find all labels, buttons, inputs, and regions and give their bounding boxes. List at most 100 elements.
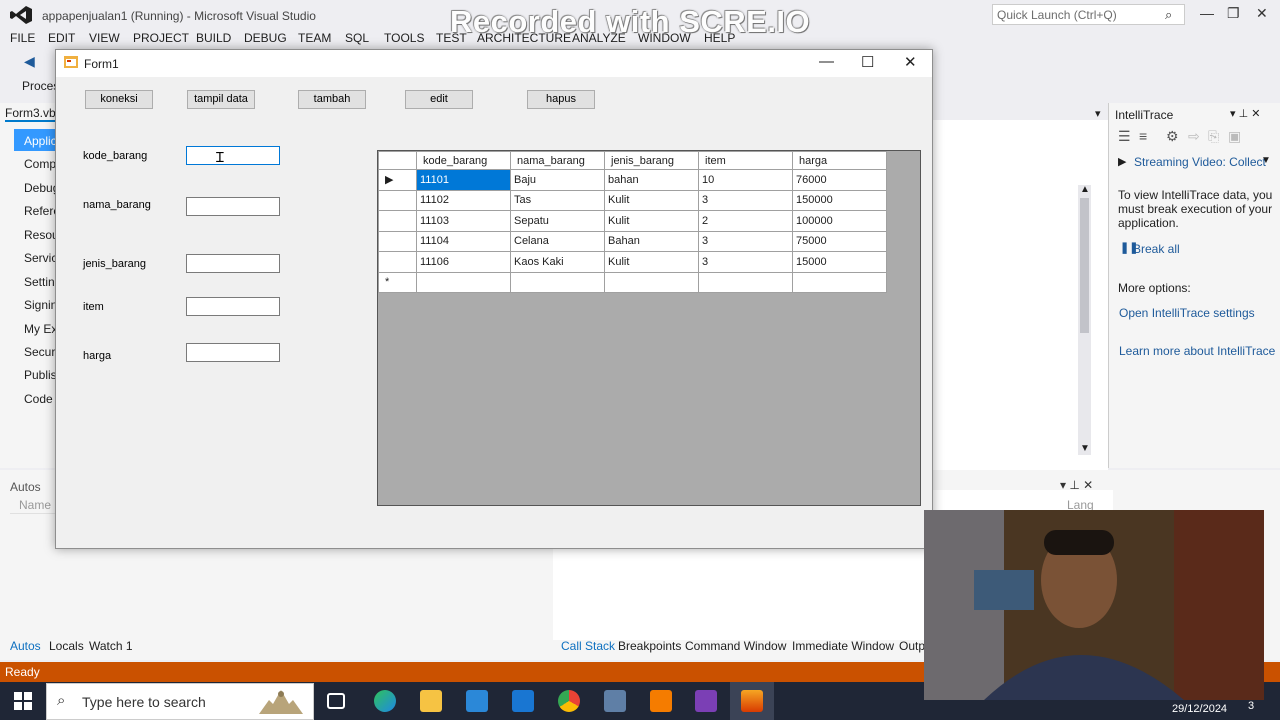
save-icon[interactable]: ▣ bbox=[1228, 128, 1241, 145]
network-app-icon[interactable] bbox=[604, 690, 626, 712]
form-minimize-icon[interactable]: — bbox=[819, 53, 834, 70]
tab-command-window[interactable]: Command Window bbox=[685, 639, 786, 653]
table-cell[interactable]: 75000 bbox=[792, 230, 887, 252]
table-cell[interactable]: Celana bbox=[510, 230, 605, 252]
table-cell[interactable]: 11102 bbox=[416, 189, 511, 211]
table-cell[interactable]: 3 bbox=[698, 230, 793, 252]
menu-test[interactable]: TEST bbox=[436, 31, 467, 45]
table-cell[interactable]: 10 bbox=[698, 169, 793, 191]
menu-edit[interactable]: EDIT bbox=[48, 31, 75, 45]
tampil-data-button[interactable]: tampil data bbox=[187, 90, 255, 109]
tab-call-stack[interactable]: Call Stack bbox=[561, 639, 615, 653]
new-row[interactable]: * bbox=[378, 271, 887, 293]
settings-gear-icon[interactable]: ⚙ bbox=[1166, 128, 1179, 145]
table-cell[interactable]: Sepatu bbox=[510, 210, 605, 232]
table-cell[interactable]: 100000 bbox=[792, 210, 887, 232]
property-tab-application[interactable]: Applic bbox=[24, 134, 57, 148]
column-header[interactable]: jenis_barang bbox=[604, 151, 699, 170]
table-row[interactable]: ▶ 11101 Baju bahan 10 76000 bbox=[378, 169, 887, 191]
open-file-icon[interactable]: ⎘ bbox=[1208, 128, 1219, 145]
table-cell[interactable]: 3 bbox=[698, 189, 793, 211]
tambah-button[interactable]: tambah bbox=[298, 90, 366, 109]
table-cell[interactable]: 11101 bbox=[416, 169, 511, 191]
menu-architecture[interactable]: ARCHITECTURE bbox=[477, 31, 571, 45]
column-header[interactable]: nama_barang bbox=[510, 151, 605, 170]
table-cell[interactable]: 15000 bbox=[792, 251, 887, 273]
menu-tools[interactable]: TOOLS bbox=[384, 31, 424, 45]
table-cell[interactable]: bahan bbox=[604, 169, 699, 191]
property-tab-resources[interactable]: Resou bbox=[24, 228, 59, 242]
table-row[interactable]: 11104 Celana Bahan 3 75000 bbox=[378, 230, 887, 252]
table-cell[interactable]: 11104 bbox=[416, 230, 511, 252]
menu-help[interactable]: HELP bbox=[704, 31, 735, 45]
windows-start-icon[interactable] bbox=[14, 692, 32, 710]
current-row-marker-icon[interactable]: ▶ bbox=[378, 169, 417, 191]
menu-team[interactable]: TEAM bbox=[298, 31, 331, 45]
navigate-back-icon[interactable]: ◀ bbox=[24, 53, 35, 70]
menu-window[interactable]: WINDOW bbox=[638, 31, 691, 45]
property-tab-signing[interactable]: Signin bbox=[24, 298, 57, 312]
scroll-up-icon[interactable]: ▲ bbox=[1080, 184, 1090, 195]
notification-count[interactable]: 3 bbox=[1248, 700, 1254, 712]
row-header[interactable] bbox=[378, 251, 417, 273]
editor-scrollbar-thumb[interactable] bbox=[1080, 198, 1089, 333]
break-all-link[interactable]: Break all bbox=[1133, 242, 1180, 256]
table-cell[interactable]: 11103 bbox=[416, 210, 511, 232]
table-cell[interactable]: 3 bbox=[698, 251, 793, 273]
form1-titlebar[interactable] bbox=[56, 50, 932, 77]
close-icon[interactable]: ✕ bbox=[1256, 5, 1268, 22]
learn-more-intellitrace-link[interactable]: Learn more about IntelliTrace bbox=[1119, 344, 1275, 358]
row-header[interactable] bbox=[378, 189, 417, 211]
autos-name-column[interactable]: Name bbox=[19, 498, 51, 512]
table-cell[interactable]: 2 bbox=[698, 210, 793, 232]
menu-build[interactable]: BUILD bbox=[196, 31, 231, 45]
calls-view-icon[interactable]: ≡ bbox=[1139, 128, 1147, 144]
property-tab-compile[interactable]: Comp bbox=[24, 157, 56, 171]
tab-output[interactable]: Outp bbox=[899, 639, 925, 653]
menu-view[interactable]: VIEW bbox=[89, 31, 120, 45]
property-tab-publish[interactable]: Publis bbox=[24, 368, 57, 382]
row-header[interactable] bbox=[378, 210, 417, 232]
table-cell[interactable]: 150000 bbox=[792, 189, 887, 211]
tab-immediate-window[interactable]: Immediate Window bbox=[792, 639, 894, 653]
table-cell[interactable]: Bahan bbox=[604, 230, 699, 252]
column-header[interactable]: kode_barang bbox=[416, 151, 511, 170]
table-cell[interactable]: Baju bbox=[510, 169, 605, 191]
item-input[interactable] bbox=[186, 297, 280, 316]
table-cell[interactable]: Kulit bbox=[604, 210, 699, 232]
table-cell[interactable] bbox=[510, 271, 605, 293]
menu-sql[interactable]: SQL bbox=[345, 31, 369, 45]
table-cell[interactable] bbox=[698, 271, 793, 293]
taskbar-date[interactable]: 29/12/2024 bbox=[1172, 703, 1227, 715]
pin-icon[interactable]: ▾ ⊥ ✕ bbox=[1230, 107, 1260, 120]
hapus-button[interactable]: hapus bbox=[527, 90, 595, 109]
mail-icon[interactable] bbox=[512, 690, 534, 712]
callstack-pin-close-icon[interactable]: ▾ ⊥ ✕ bbox=[1060, 478, 1093, 492]
table-row[interactable]: 11103 Sepatu Kulit 2 100000 bbox=[378, 210, 887, 232]
form-close-icon[interactable]: ✕ bbox=[904, 53, 917, 71]
chrome-icon[interactable] bbox=[558, 690, 580, 712]
restore-icon[interactable]: ❐ bbox=[1227, 5, 1240, 22]
open-intellitrace-settings-link[interactable]: Open IntelliTrace settings bbox=[1119, 306, 1255, 320]
tab-watch-1[interactable]: Watch 1 bbox=[89, 639, 133, 653]
xampp-icon[interactable] bbox=[650, 690, 672, 712]
table-row[interactable]: 11102 Tas Kulit 3 150000 bbox=[378, 189, 887, 211]
chevron-down-icon[interactable]: ▼ bbox=[1261, 155, 1271, 166]
property-tab-services[interactable]: Servic bbox=[24, 251, 57, 265]
tab-breakpoints[interactable]: Breakpoints bbox=[618, 639, 681, 653]
row-header[interactable] bbox=[378, 230, 417, 252]
minimize-icon[interactable]: — bbox=[1200, 5, 1214, 21]
table-cell[interactable]: Kulit bbox=[604, 251, 699, 273]
panel-dropdown-icon[interactable]: ▾ bbox=[1095, 107, 1101, 120]
property-tab-security[interactable]: Securi bbox=[24, 345, 58, 359]
menu-analyze[interactable]: ANALYZE bbox=[572, 31, 626, 45]
list-view-icon[interactable]: ☰ bbox=[1118, 128, 1131, 145]
jenis-barang-input[interactable] bbox=[186, 254, 280, 273]
task-view-icon[interactable] bbox=[327, 693, 345, 709]
nama-barang-input[interactable] bbox=[186, 197, 280, 216]
column-header[interactable]: harga bbox=[792, 151, 887, 170]
table-cell[interactable]: Tas bbox=[510, 189, 605, 211]
microsoft-store-icon[interactable] bbox=[466, 690, 488, 712]
kode-barang-input[interactable] bbox=[186, 146, 280, 165]
table-cell[interactable]: Kaos Kaki bbox=[510, 251, 605, 273]
